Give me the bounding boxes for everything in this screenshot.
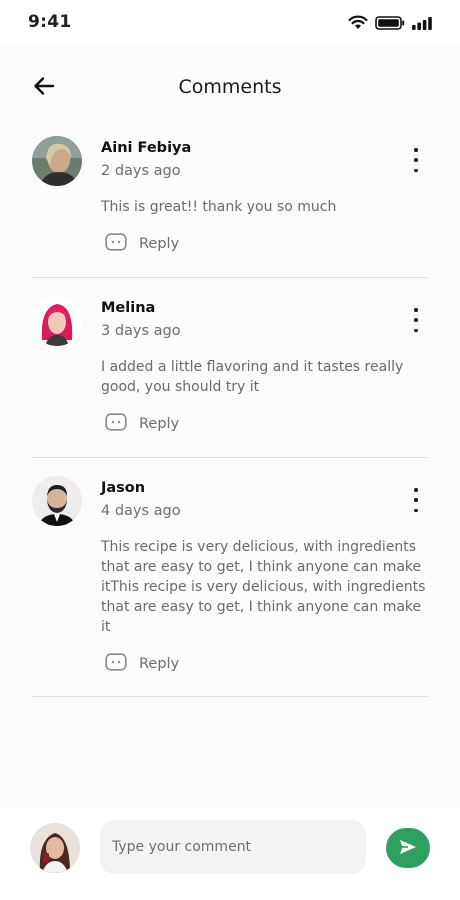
- comment-text: I added a little flavoring and it tastes…: [101, 359, 404, 395]
- wifi-icon: [348, 15, 368, 34]
- more-options-button[interactable]: [410, 148, 422, 172]
- comment-item: Melina 3 days ago I added a little flavo…: [32, 296, 428, 458]
- comment-time: 2 days ago: [101, 163, 181, 179]
- status-icons: [348, 15, 432, 34]
- avatar[interactable]: [32, 136, 82, 186]
- comment-text: This recipe is very delicious, with ingr…: [101, 539, 426, 635]
- reply-label: Reply: [139, 236, 180, 252]
- status-time: 9:41: [28, 12, 72, 32]
- more-vertical-icon: [414, 488, 418, 492]
- chat-bubble-icon: [105, 413, 127, 435]
- header: Comments: [0, 46, 460, 130]
- comment-text: This is great!! thank you so much: [101, 199, 337, 215]
- avatar[interactable]: [32, 476, 82, 526]
- main-content: Comments Aini Febiya 2 days ago This is …: [0, 46, 460, 900]
- more-options-button[interactable]: [410, 488, 422, 512]
- status-bar: 9:41: [0, 0, 460, 46]
- more-options-button[interactable]: [410, 308, 422, 332]
- more-vertical-icon: [414, 148, 418, 152]
- signal-icon: [412, 15, 432, 34]
- reply-button[interactable]: Reply: [105, 233, 179, 255]
- reply-label: Reply: [139, 416, 180, 432]
- battery-icon: [375, 15, 405, 34]
- more-vertical-icon: [414, 308, 418, 312]
- comment-composer: [0, 808, 460, 900]
- comment-item: Aini Febiya 2 days ago This is great!! t…: [32, 136, 428, 278]
- reply-label: Reply: [139, 656, 180, 672]
- reply-button[interactable]: Reply: [105, 413, 179, 435]
- page-title: Comments: [178, 76, 282, 98]
- comment-time: 3 days ago: [101, 323, 181, 339]
- reply-button[interactable]: Reply: [105, 653, 179, 675]
- comment-author[interactable]: Aini Febiya: [101, 140, 191, 156]
- comment-input[interactable]: [100, 820, 366, 874]
- send-button[interactable]: [386, 828, 430, 868]
- avatar[interactable]: [32, 296, 82, 346]
- comment-time: 4 days ago: [101, 503, 181, 519]
- chat-bubble-icon: [105, 653, 127, 675]
- comment-author[interactable]: Melina: [101, 300, 155, 316]
- chat-bubble-icon: [105, 233, 127, 255]
- send-icon: [399, 839, 417, 858]
- comment-item: Jason 4 days ago This recipe is very del…: [32, 476, 428, 697]
- comment-author[interactable]: Jason: [101, 480, 145, 496]
- current-user-avatar[interactable]: [30, 823, 80, 873]
